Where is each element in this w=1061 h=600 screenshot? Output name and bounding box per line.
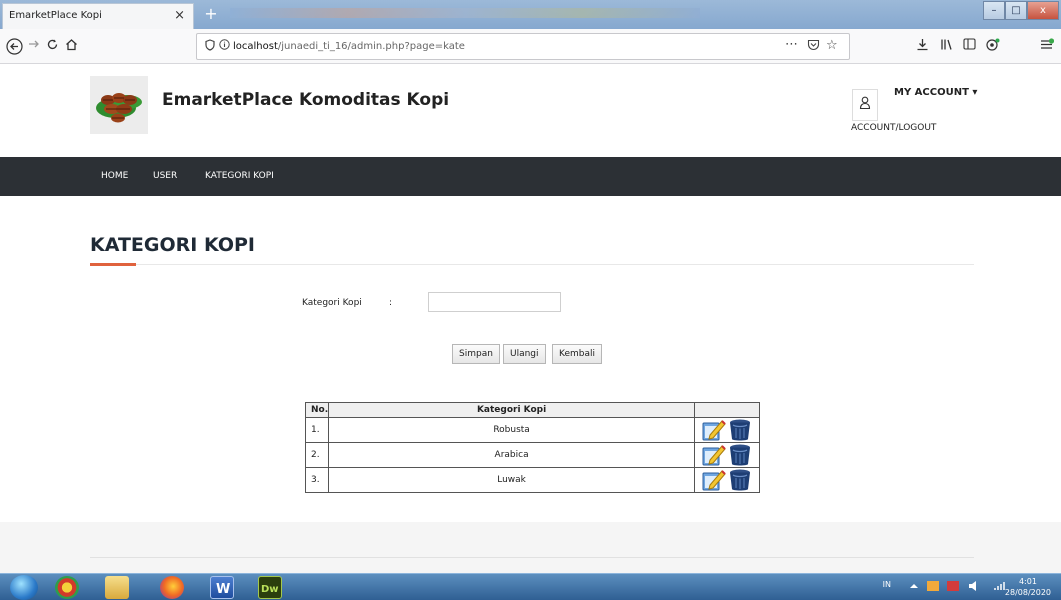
more-icon[interactable]: ⋯ [785,37,798,52]
table-row: 2. Arabica [304,442,760,468]
system-clock[interactable]: 4:01 28/08/2020 [1005,576,1051,598]
menu-item-home[interactable]: HOME [101,171,128,181]
label-colon: : [389,298,393,308]
url-path: /junaedi_ti_16/admin.php?page=kate [277,41,465,52]
account-logout-link[interactable]: ACCOUNT/LOGOUT [851,123,936,133]
table-row: 3. Luwak [304,467,760,493]
tray-icons[interactable] [907,580,1017,594]
library-icon[interactable] [940,38,953,55]
row-category: Robusta [328,417,695,443]
header-category: Kategori Kopi [328,402,695,418]
info-icon[interactable] [219,39,230,53]
row-number: 3. [304,467,330,493]
shield-icon[interactable] [205,39,215,54]
home-icon[interactable] [65,38,78,55]
table-row: 1. Robusta [304,417,760,443]
delete-icon[interactable] [727,468,753,492]
tab-title: EmarketPlace Kopi [9,10,102,21]
new-tab-button[interactable]: + [200,4,222,24]
kategori-table: No. Kategori Kopi 1. Robusta 2. Arabica … [304,402,760,493]
row-category: Arabica [328,442,695,468]
my-account-dropdown[interactable]: MY ACCOUNT ▾ [894,87,977,98]
dreamweaver-icon[interactable]: Dw [258,576,282,599]
tab-close-icon[interactable]: × [174,8,185,23]
url-bar[interactable]: localhost/junaedi_ti_16/admin.php?page=k… [196,33,850,60]
start-button[interactable] [10,575,38,600]
forward-icon[interactable] [28,38,40,54]
browser-tab[interactable]: EmarketPlace Kopi × [2,3,194,29]
sidebar-icon[interactable] [963,38,976,54]
maximize-button[interactable]: □ [1005,1,1027,20]
chrome-icon[interactable] [55,576,79,599]
blurred-tabs [230,8,700,18]
clock-date: 28/08/2020 [1004,588,1051,597]
row-number: 1. [304,417,330,443]
delete-icon[interactable] [727,443,753,467]
menu-item-user[interactable]: USER [153,171,177,181]
title-accent-bar [90,263,136,266]
delete-icon[interactable] [727,418,753,442]
edit-icon[interactable] [701,418,727,442]
row-number: 2. [304,442,330,468]
minimize-button[interactable]: – [983,1,1005,20]
star-icon[interactable]: ☆ [826,38,838,53]
tray-language[interactable]: IN [883,580,891,589]
menu-icon[interactable] [1040,38,1055,55]
url-text[interactable]: localhost/junaedi_ti_16/admin.php?page=k… [233,41,465,52]
edit-icon[interactable] [701,443,727,467]
simpan-button[interactable]: Simpan [452,344,500,364]
svg-text:W: W [216,582,230,597]
edit-icon[interactable] [701,468,727,492]
header-no: No. [304,402,330,418]
word-icon[interactable]: W [210,576,234,599]
close-window-button[interactable]: x [1027,1,1059,20]
page-title: KATEGORI KOPI [90,234,255,256]
window-controls: – □ x [983,1,1059,20]
row-actions [694,417,760,443]
coffee-logo [90,76,148,134]
svg-text:Dw: Dw [261,584,279,595]
kategori-input[interactable] [428,292,561,312]
browser-nav-bar: localhost/junaedi_ti_16/admin.php?page=k… [0,29,1061,64]
user-icon[interactable] [852,89,878,121]
header-action [694,402,760,418]
main-menu: HOME USER KATEGORI KOPI [0,157,1061,196]
download-icon[interactable] [916,38,929,55]
title-divider [90,264,974,265]
pocket-icon[interactable] [807,39,820,54]
footer [0,522,1061,573]
menu-item-kategori-kopi[interactable]: KATEGORI KOPI [205,171,274,181]
row-actions [694,442,760,468]
footer-divider [90,557,974,558]
windows-taskbar: W Dw IN 4:01 28/08/2020 [0,573,1061,600]
back-icon[interactable] [6,38,23,59]
extension-icon[interactable] [986,38,1000,55]
brand-title[interactable]: EmarketPlace Komoditas Kopi [162,90,449,110]
table-header-row: No. Kategori Kopi [304,402,760,418]
browser-tab-bar: EmarketPlace Kopi × + – □ x [0,0,1061,29]
row-category: Luwak [328,467,695,493]
clock-time: 4:01 [1018,577,1037,586]
kategori-label: Kategori Kopi [302,298,362,308]
row-actions [694,467,760,493]
firefox-icon[interactable] [160,576,184,599]
page-content: EmarketPlace Komoditas Kopi MY ACCOUNT ▾… [0,65,1061,573]
reload-icon[interactable] [46,38,59,55]
ulangi-button[interactable]: Ulangi [503,344,546,364]
explorer-icon[interactable] [105,576,129,599]
url-host: localhost [233,41,278,52]
kembali-button[interactable]: Kembali [552,344,602,364]
